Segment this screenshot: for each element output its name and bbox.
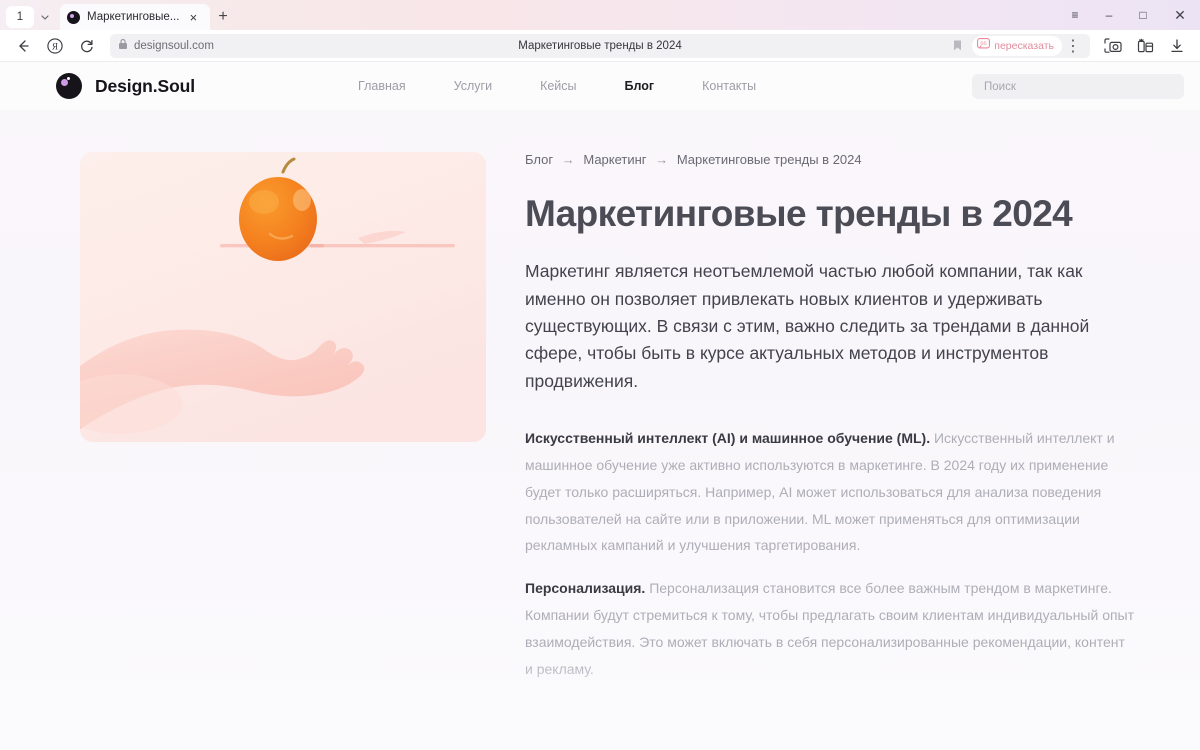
search-box[interactable] — [972, 74, 1184, 99]
nav-item-kontakty[interactable]: Контакты — [702, 79, 756, 93]
breadcrumb-item-blog[interactable]: Блог — [525, 152, 553, 167]
search-input[interactable] — [984, 81, 1172, 93]
window-close-button[interactable]: ✕ — [1160, 0, 1200, 30]
breadcrumb-separator: → — [655, 152, 668, 167]
browser-window: 1 Маркетинговые... × + ≡ – □ ✕ Я — [0, 0, 1200, 750]
window-controls: ≡ – □ ✕ — [1058, 0, 1200, 30]
section-heading-personalization: Персонализация. — [525, 580, 645, 596]
bookmark-icon[interactable] — [947, 36, 967, 56]
new-tab-button[interactable]: + — [210, 5, 236, 29]
yandex-logo-icon[interactable]: Я — [40, 33, 70, 59]
nav-item-uslugi[interactable]: Услуги — [454, 79, 492, 93]
minimize-button[interactable]: – — [1092, 0, 1126, 30]
brand-logo[interactable]: Design.Soul — [56, 73, 195, 99]
collections-icon[interactable] — [1130, 33, 1160, 59]
screenshot-icon[interactable] — [1098, 33, 1128, 59]
site-favicon — [67, 11, 80, 24]
close-icon[interactable]: × — [186, 10, 200, 24]
browser-tab[interactable]: Маркетинговые... × — [60, 4, 210, 30]
nav-item-keysy[interactable]: Кейсы — [540, 79, 576, 93]
retell-button[interactable]: 66 пересказать — [972, 36, 1062, 56]
breadcrumb-item-current: Маркетинговые тренды в 2024 — [677, 152, 862, 167]
site-nav: Главная Услуги Кейсы Блог Контакты — [358, 79, 756, 93]
quote-icon: 66 — [977, 37, 990, 55]
address-bar[interactable]: designsoul.com Маркетинговые тренды в 20… — [110, 34, 1090, 58]
site-header: Design.Soul Главная Услуги Кейсы Блог Ко… — [0, 62, 1200, 110]
nav-item-blog[interactable]: Блог — [625, 79, 655, 93]
article-section-ai: Искусственный интеллект (AI) и машинное … — [525, 425, 1135, 559]
retell-label: пересказать — [994, 40, 1054, 52]
browser-toolbar: Я designsoul.com Маркетинговые тренды в … — [0, 30, 1200, 62]
breadcrumb-separator: → — [562, 152, 575, 167]
browser-menu-icon[interactable]: ≡ — [1058, 0, 1092, 30]
address-url: designsoul.com — [134, 40, 214, 52]
downloads-icon[interactable] — [1162, 33, 1192, 59]
address-page-title: Маркетинговые тренды в 2024 — [110, 40, 1090, 52]
section-heading-ai: Искусственный интеллект (AI) и машинное … — [525, 430, 930, 446]
breadcrumb: Блог → Маркетинг → Маркетинговые тренды … — [525, 152, 1135, 167]
page-content: Блог → Маркетинг → Маркетинговые тренды … — [0, 110, 1200, 699]
tab-counter[interactable]: 1 — [6, 6, 34, 28]
tab-title: Маркетинговые... — [87, 11, 179, 23]
logo-mark-icon — [56, 73, 82, 99]
article-section-personalization: Персонализация. Персонализация становитс… — [525, 575, 1135, 683]
browser-titlebar: 1 Маркетинговые... × + ≡ – □ ✕ — [0, 0, 1200, 30]
nav-item-glavnaya[interactable]: Главная — [358, 79, 406, 93]
back-icon[interactable] — [8, 33, 38, 59]
maximize-button[interactable]: □ — [1126, 0, 1160, 30]
reload-icon[interactable] — [72, 33, 102, 59]
omnibox-menu-icon[interactable]: ⋮ — [1064, 36, 1082, 56]
brand-name: Design.Soul — [95, 76, 195, 97]
article-hero-image — [80, 152, 486, 442]
page-viewport: Design.Soul Главная Услуги Кейсы Блог Ко… — [0, 62, 1200, 750]
article-body: Блог → Маркетинг → Маркетинговые тренды … — [525, 152, 1135, 699]
article-lead-paragraph: Маркетинг является неотъемлемой частью л… — [525, 258, 1135, 394]
svg-text:Я: Я — [52, 41, 58, 51]
lock-icon — [118, 37, 128, 55]
chevron-down-icon[interactable] — [34, 6, 56, 28]
svg-text:66: 66 — [981, 40, 987, 47]
page-title: Маркетинговые тренды в 2024 — [525, 193, 1135, 234]
section-body-ai: Искусственный интеллект и машинное обуче… — [525, 430, 1115, 554]
breadcrumb-item-marketing[interactable]: Маркетинг — [583, 152, 646, 167]
